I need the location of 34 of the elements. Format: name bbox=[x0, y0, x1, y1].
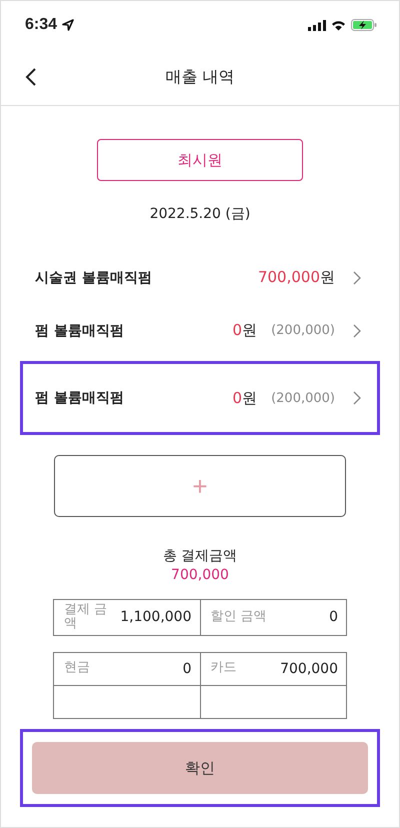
chevron-right-icon bbox=[353, 324, 361, 338]
page-title: 매출 내역 bbox=[165, 66, 235, 88]
original-price: (200,000) bbox=[271, 323, 335, 338]
status-time: 6:34 bbox=[25, 16, 58, 34]
confirm-button[interactable]: 확인 bbox=[32, 742, 368, 794]
service-row[interactable]: 펌 볼륨매직펌 0원 (200,000) bbox=[20, 361, 380, 435]
service-row[interactable]: 펌 볼륨매직펌 0원 (200,000) bbox=[20, 304, 380, 357]
wifi-icon bbox=[331, 20, 346, 30]
summary-label: 결제 금액 bbox=[64, 603, 108, 632]
summary-label: 카드 bbox=[210, 661, 238, 676]
summary-value: 700,000 bbox=[280, 660, 338, 677]
original-price: (200,000) bbox=[271, 390, 335, 406]
summary-label: 할인 금액 bbox=[210, 610, 268, 624]
summary-value: 0 bbox=[182, 660, 192, 677]
service-amount: 0원 bbox=[232, 321, 258, 340]
service-row[interactable]: 시술권 볼륨매직펌 700,000원 bbox=[20, 251, 380, 304]
customer-name-button[interactable]: 최시원 bbox=[97, 139, 303, 181]
chevron-right-icon bbox=[353, 391, 361, 405]
sale-date: 2022.5.20 (금) bbox=[150, 205, 250, 223]
service-name: 펌 볼륨매직펌 bbox=[35, 322, 124, 340]
service-name: 펌 볼륨매직펌 bbox=[35, 389, 124, 407]
summary-label: 현금 bbox=[64, 661, 91, 676]
service-name: 시술권 볼륨매직펌 bbox=[35, 268, 152, 286]
service-amount: 0원 bbox=[232, 388, 258, 408]
summary-value: 1,100,000 bbox=[120, 609, 192, 626]
service-amount: 700,000원 bbox=[258, 268, 335, 287]
chevron-right-icon bbox=[353, 270, 361, 284]
total-amount: 700,000 bbox=[171, 567, 229, 583]
battery-charging-icon bbox=[351, 19, 377, 31]
back-icon[interactable] bbox=[25, 67, 37, 87]
total-label: 총 결제금액 bbox=[162, 547, 238, 565]
summary-value: 0 bbox=[329, 609, 338, 626]
location-arrow-icon bbox=[62, 19, 74, 31]
signal-icon bbox=[308, 20, 326, 30]
